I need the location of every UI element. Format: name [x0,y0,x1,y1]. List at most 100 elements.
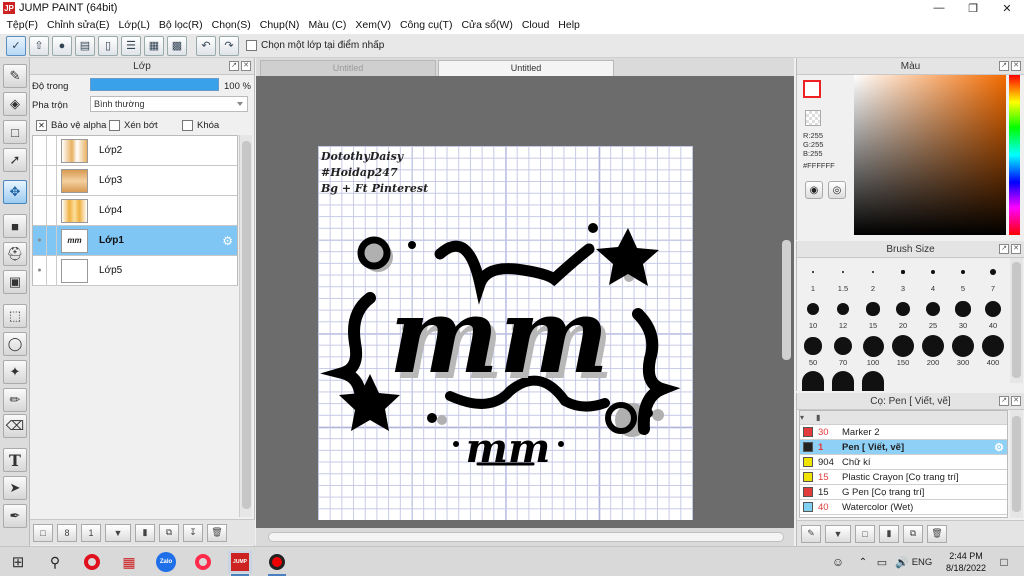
brush-size-5[interactable]: 5 [948,261,978,293]
brush-delete-button[interactable]: 🗑 [927,524,947,543]
layer-settings-gear-icon[interactable]: ⚙ [222,234,233,248]
shape-tool[interactable]: □ [3,120,27,144]
clipping-checkbox[interactable] [109,120,120,131]
new-layer-button[interactable]: □ [33,523,53,542]
windows-icon[interactable]: ⊞ [6,551,30,573]
bucket-tool[interactable]: ⛑ [3,242,27,266]
recorder-icon[interactable] [265,551,289,576]
brush-copy-button[interactable]: □ [855,524,875,543]
brush-list-item[interactable]: 30 Marker 2 [800,425,1007,440]
sort-size-icon[interactable]: ▮ [816,413,820,422]
transparent-color-swatch[interactable] [805,110,821,126]
search-icon[interactable]: ⚲ [43,551,67,573]
layout-button[interactable]: ▦ [144,35,164,56]
brush-size-4[interactable]: 4 [918,261,948,293]
brush-size-7[interactable]: 7 [978,261,1008,293]
clipping-option[interactable]: Xén bớt [109,120,158,131]
menu-layer[interactable]: Lớp(L) [114,19,154,31]
brush-size-200[interactable]: 200 [918,335,948,367]
move-tool[interactable]: ✥ [3,180,27,204]
brush-list-item[interactable]: 40 Watercolor (Wet) [800,500,1007,515]
foreground-color-swatch[interactable] [803,80,821,98]
brush-size-dot-overflow[interactable] [862,371,884,391]
menu-filter[interactable]: Bộ lọc(R) [154,19,207,31]
panel-float-icon[interactable]: ↗ [999,396,1009,406]
brush-list-scrollbar[interactable] [1010,410,1023,518]
duplicate-layer-button[interactable]: ⧉ [159,523,179,542]
brush-size-40[interactable]: 40 [978,298,1008,330]
brush-size-30[interactable]: 30 [948,298,978,330]
select-layer-at-click[interactable]: Chọn một lớp tại điểm nhấp [246,40,384,51]
page-button[interactable]: ▯ [98,35,118,56]
brush-size-10[interactable]: 10 [798,298,828,330]
text-tool[interactable]: T [3,448,27,472]
check-mode-button[interactable]: ✓ [6,35,26,56]
layer-row-lop4[interactable]: Lớp4 [33,195,237,226]
layer-visibility-toggle[interactable]: ● [33,255,47,286]
comment-button[interactable]: ▤ [75,35,95,56]
brush-settings-gear-icon[interactable]: ⚙ [994,441,1004,454]
opacity-slider[interactable] [90,78,219,91]
hue-slider[interactable] [1009,75,1020,235]
brush-list-item[interactable]: 904 Chữ kí [800,455,1007,470]
brush-size-400[interactable]: 400 [978,335,1008,367]
new-8bit-layer-button[interactable]: 8 [57,523,77,542]
select-eraser-tool[interactable]: ⌫ [3,414,27,438]
app-grid-icon[interactable]: ▦ [117,551,141,573]
notification-icon[interactable]: □ [992,551,1016,573]
menu-edit[interactable]: Chỉnh sửa(E) [43,19,114,31]
speech-bubble-button[interactable]: ● [52,35,72,56]
menu-help[interactable]: Help [554,19,585,31]
canvas-vertical-scrollbar[interactable] [779,76,794,528]
opera-icon[interactable] [80,551,104,573]
brush-size-300[interactable]: 300 [948,335,978,367]
jump-paint-icon[interactable]: JUMP [228,551,252,576]
select-layer-checkbox[interactable] [246,40,257,51]
brush-size-2[interactable]: 2 [858,261,888,293]
close-button[interactable]: ✕ [990,0,1024,16]
delete-layer-button[interactable]: 🗑 [207,523,227,542]
brush-size-12[interactable]: 12 [828,298,858,330]
select-pen-tool[interactable]: ✏ [3,388,27,412]
layer-visibility-toggle[interactable] [33,165,47,196]
brush-size-3[interactable]: 3 [888,261,918,293]
layer-scrollbar[interactable] [239,135,252,517]
eraser-tool[interactable]: ◈ [3,92,27,116]
brush-size-dot-overflow[interactable] [802,371,824,391]
add-brush-button[interactable]: ✎ [801,524,821,543]
sort-color-icon[interactable]: ▾ [800,413,816,422]
redo-button[interactable]: ↷ [219,35,239,56]
drawing-canvas[interactable]: mm mm mm DotothyDaisy #Hoidap247 Bg + Ft… [318,146,693,520]
minimize-button[interactable]: — [922,0,956,16]
document-tab-2[interactable]: Untitled [438,60,614,76]
menu-file[interactable]: Tệp(F) [2,19,43,31]
brush-folder-button[interactable]: ▮ [879,524,899,543]
color-picker-button[interactable]: ◎ [828,181,846,199]
lasso-tool[interactable]: ◯ [3,332,27,356]
new-1bit-layer-button[interactable]: 1 [81,523,101,542]
panel-close-icon[interactable]: ✕ [1011,61,1021,71]
layer-row-lop2[interactable]: Lớp2 [33,135,237,166]
taskbar-clock[interactable]: 2:44 PM 8/18/2022 [946,550,986,574]
brush-size-100[interactable]: 100 [858,335,888,367]
brush-scrollbar[interactable] [1010,258,1023,383]
brush-list-item[interactable]: 1 Pen [ Viết, vẽ] ⚙ [800,440,1007,455]
menu-window[interactable]: Cửa sổ(W) [457,19,517,31]
lock-checkbox[interactable] [182,120,193,131]
panel-close-icon[interactable]: ✕ [1011,244,1021,254]
brush-list-item[interactable]: 15 Plastic Crayon [Cọ trang trí] [800,470,1007,485]
protect-alpha-checkbox[interactable]: ✕ [36,120,47,131]
magic-wand-tool[interactable]: ✦ [3,360,27,384]
brush-size-dot-overflow[interactable] [832,371,854,391]
layer-row-lop5[interactable]: ● Lớp5 [33,255,237,286]
brush-duplicate-button[interactable]: ⧉ [903,524,923,543]
menu-view[interactable]: Xem(V) [351,19,396,31]
protect-alpha-option[interactable]: ✕ Bảo vệ alpha [36,120,106,131]
layer-visibility-toggle[interactable] [33,195,47,226]
settings-button[interactable]: ▩ [167,35,187,56]
saturation-value-picker[interactable] [854,75,1006,235]
layer-visibility-toggle[interactable] [33,135,47,166]
fill-rect-tool[interactable]: ■ [3,214,27,238]
brush-size-1-5[interactable]: 1.5 [828,261,858,293]
gradient-tool[interactable]: ▣ [3,270,27,294]
